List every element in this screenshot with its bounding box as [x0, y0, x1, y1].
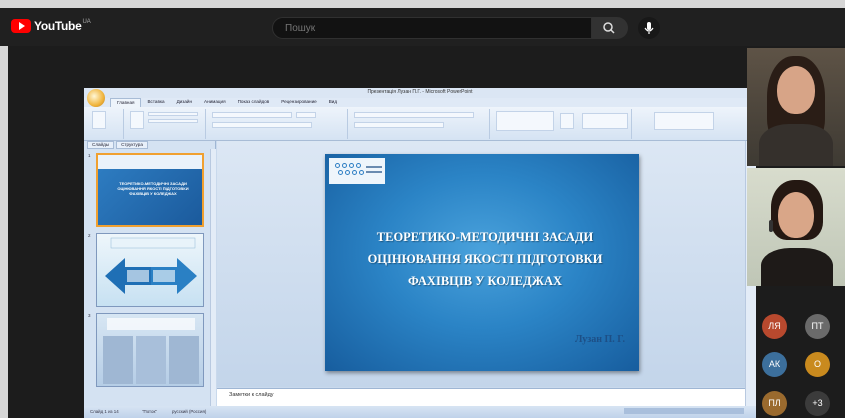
ribbon-group-font [208, 109, 348, 139]
search-icon [603, 22, 615, 34]
ppt-tab-design: Дизайн [176, 99, 193, 104]
avatar-initials: ПТ [811, 321, 824, 331]
thumbnail-header-band [98, 155, 202, 169]
new-slide-icon [130, 111, 144, 129]
ppt-title-bar: Презентація Лузан П.Г. - Microsoft Power… [84, 88, 756, 98]
ribbon-group-drawing [492, 109, 632, 139]
thumbnail-preview: ТЕОРЕТИКО-МЕТОДИЧНІ ЗАСАДИ ОЦІНЮВАННЯ ЯК… [96, 153, 204, 227]
font-size-box [296, 112, 316, 118]
mic-icon [644, 22, 654, 34]
shared-screen-powerpoint: Презентація Лузан П.Г. - Microsoft Power… [84, 88, 756, 418]
slide-title-line-2: ОЦІНЮВАННЯ ЯКОСТІ ПІДГОТОВКИ [367, 252, 603, 266]
youtube-top-bar: YouTube UA [0, 8, 845, 46]
ppt-tab-home: Главная [110, 98, 142, 107]
status-slide-count: Слайд 1 из 14 [90, 409, 119, 414]
ppt-status-bar: Слайд 1 из 14 "Поток" русский (Россия) [84, 406, 756, 418]
align-buttons [354, 122, 444, 128]
paste-icon [92, 111, 106, 129]
thumbnail-preview [96, 233, 204, 307]
ppt-tab-view: Вид [328, 99, 338, 104]
youtube-logo[interactable]: YouTube UA [11, 19, 91, 33]
ppt-tab-review: Рецензирование [281, 99, 317, 104]
slides-pane-scrollbar [210, 149, 216, 406]
thumbnail-number: 2 [88, 233, 91, 238]
ribbon-group-slides [126, 109, 206, 139]
ppt-tab-animation: Анимация [204, 99, 226, 104]
status-language: русский (Россия) [172, 409, 207, 414]
participant-avatar: АК [762, 352, 787, 377]
thumbnail-title-mini: ТЕОРЕТИКО-МЕТОДИЧНІ ЗАСАДИ ОЦІНЮВАННЯ ЯК… [117, 181, 189, 196]
notes-placeholder: Заметки к слайду [229, 392, 274, 398]
avatar-initials: АК [768, 359, 781, 369]
avatar-initials: О [813, 359, 821, 369]
current-slide: ТЕОРЕТИКО-МЕТОДИЧНІ ЗАСАДИ ОЦІНЮВАННЯ ЯК… [325, 154, 639, 371]
avatar-initials: ПЛ [768, 398, 781, 408]
participant-avatar: ПЛ [762, 391, 787, 416]
shapes-gallery-icon [496, 111, 554, 131]
font-format-buttons [212, 122, 312, 128]
find-replace-icon [654, 112, 714, 130]
youtube-brand-text: YouTube [34, 19, 82, 33]
reset-icon [148, 119, 198, 123]
slides-pane: Слайды Структура 1 ТЕОРЕТИКО-МЕТОДИЧНІ З… [84, 141, 216, 406]
slide-editing-area: ТЕОРЕТИКО-МЕТОДИЧНІ ЗАСАДИ ОЦІНЮВАННЯ ЯК… [217, 141, 745, 387]
search-box [272, 17, 592, 39]
thumbnail-number: 3 [88, 313, 91, 318]
ribbon-group-clipboard [86, 109, 124, 139]
thumbnail-number: 1 [88, 153, 91, 158]
participant-video-2 [747, 168, 845, 286]
screen: YouTube UA Презентація Лузан П.Г. - [0, 0, 845, 418]
slides-pane-tabs: Слайды Структура [84, 141, 215, 149]
thumbnail-preview [96, 313, 204, 387]
slide-title-line-3: ФАХІВЦІВ У КОЛЕДЖАХ [407, 274, 563, 288]
more-participants-count: +3 [812, 398, 823, 408]
table-diagram-icon [103, 318, 199, 384]
double-arrow-diagram-icon [105, 237, 197, 294]
ribbon-group-editing [634, 109, 752, 139]
slide-title: ТЕОРЕТИКО-МЕТОДИЧНІ ЗАСАДИ ОЦІНЮВАННЯ ЯК… [345, 226, 625, 292]
ppt-window-title: Презентація Лузан П.Г. - Microsoft Power… [367, 89, 473, 95]
ppt-ribbon-tabs: Главная Вставка Дизайн Анимация Показ сл… [84, 98, 756, 107]
participant-video-1 [747, 48, 845, 166]
voice-search-button[interactable] [638, 17, 660, 39]
participant-avatar: ЛЯ [762, 314, 787, 339]
ppt-workspace: Слайды Структура 1 ТЕОРЕТИКО-МЕТОДИЧНІ З… [84, 141, 756, 418]
ppt-tab-slideshow: Показ слайдов [237, 99, 270, 104]
shape-styles-icon [582, 113, 628, 129]
slides-tab: Слайды [87, 141, 115, 149]
arrange-icon [560, 113, 574, 129]
avatar-initials: ЛЯ [768, 321, 781, 331]
search-button[interactable] [592, 17, 628, 39]
ppt-tab-insert: Вставка [147, 99, 165, 104]
youtube-region-label: UA [82, 19, 91, 25]
slide-title-line-1: ТЕОРЕТИКО-МЕТОДИЧНІ ЗАСАДИ [376, 230, 594, 244]
notes-pane: Заметки к слайду [217, 388, 745, 406]
slide-author: Лузан П. Г. [575, 334, 625, 345]
participant-avatar: О [805, 352, 830, 377]
ppt-ribbon [84, 107, 756, 141]
search-input[interactable] [273, 18, 591, 39]
college-logo-icon [329, 158, 385, 184]
ribbon-group-paragraph [350, 109, 490, 139]
outline-tab: Структура [116, 141, 148, 149]
participant-avatar: ПТ [805, 314, 830, 339]
font-name-box [212, 112, 292, 118]
office-button-icon [87, 89, 105, 107]
layout-icon [148, 112, 198, 116]
zoom-slider [624, 408, 744, 414]
more-participants-button[interactable]: +3 [805, 391, 830, 416]
meeting-video[interactable]: Презентація Лузан П.Г. - Microsoft Power… [8, 46, 845, 418]
status-theme: "Поток" [142, 409, 157, 414]
list-buttons [354, 112, 474, 118]
youtube-logo-icon [11, 19, 31, 33]
